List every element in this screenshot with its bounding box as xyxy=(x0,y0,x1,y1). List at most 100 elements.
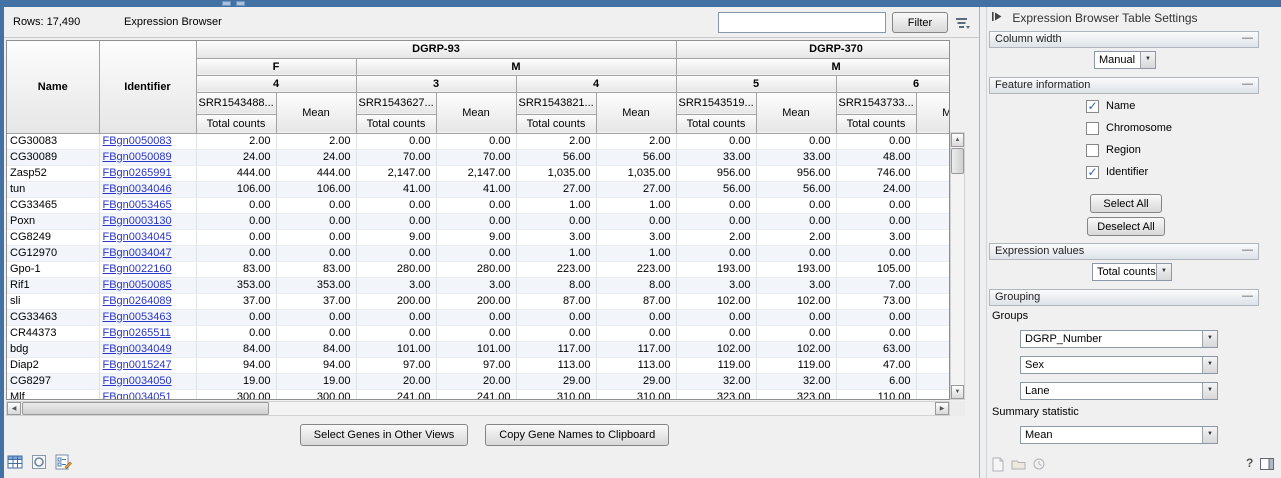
scroll-right-button[interactable]: ▶ xyxy=(935,402,949,415)
total-counts-header[interactable]: Total counts xyxy=(196,114,276,133)
checkbox-row-chromosome[interactable]: Chromosome xyxy=(1086,121,1246,137)
section-minimize-icon[interactable]: — xyxy=(1242,77,1253,92)
checkbox-region[interactable] xyxy=(1086,144,1099,157)
column-header-identifier[interactable]: Identifier xyxy=(99,41,196,133)
identifier-link[interactable]: FBgn0034051 xyxy=(103,391,172,401)
checkbox-row-region[interactable]: Region xyxy=(1086,143,1246,159)
select-all-button[interactable]: Select All xyxy=(1090,194,1162,213)
dropdown-arrow-icon[interactable]: ▼ xyxy=(1202,357,1217,373)
mean-column-header[interactable]: Mean xyxy=(916,92,950,133)
group-header-dgrp-370[interactable]: DGRP-370 xyxy=(676,41,950,58)
lane-header[interactable]: 4 xyxy=(516,75,676,92)
checkbox-identifier[interactable]: ✓ xyxy=(1086,166,1099,179)
sex-header-f[interactable]: F xyxy=(196,58,356,75)
filter-input[interactable] xyxy=(718,12,886,33)
lane-header[interactable]: 4 xyxy=(196,75,356,92)
table-view-icon[interactable] xyxy=(7,454,24,471)
identifier-link[interactable]: FBgn0265991 xyxy=(103,167,172,179)
sample-header[interactable]: SRR1543488... xyxy=(196,92,276,114)
sex-header-m[interactable]: M xyxy=(676,58,950,75)
identifier-link[interactable]: FBgn0265511 xyxy=(103,327,171,339)
table-row[interactable]: MlfFBgn0034051300.00300.00241.00241.0031… xyxy=(7,389,950,400)
identifier-link[interactable]: FBgn0264089 xyxy=(103,295,172,307)
scroll-left-button[interactable]: ◀ xyxy=(7,402,21,415)
horizontal-scroll-thumb[interactable] xyxy=(22,402,269,415)
sample-header[interactable]: SRR1543519... xyxy=(676,92,756,114)
identifier-link[interactable]: FBgn0034047 xyxy=(103,247,172,259)
total-counts-header[interactable]: Total counts xyxy=(516,114,596,133)
section-minimize-icon[interactable]: — xyxy=(1242,243,1253,258)
lane-header[interactable]: 3 xyxy=(356,75,516,92)
dropdown-arrow-icon[interactable]: ▼ xyxy=(1202,383,1217,399)
identifier-link[interactable]: FBgn0034045 xyxy=(103,231,172,243)
table-row[interactable]: CG12970FBgn00340470.000.000.000.001.001.… xyxy=(7,245,950,261)
identifier-link[interactable]: FBgn0022160 xyxy=(103,263,172,275)
identifier-link[interactable]: FBgn0053463 xyxy=(103,311,172,323)
identifier-link[interactable]: FBgn0015247 xyxy=(103,359,172,371)
table-row[interactable]: CG8249FBgn00340450.000.009.009.003.003.0… xyxy=(7,229,950,245)
table-row[interactable]: CG8297FBgn003405019.0019.0020.0020.0029.… xyxy=(7,373,950,389)
lane-header[interactable]: 6 xyxy=(836,75,950,92)
column-header-name[interactable]: Name xyxy=(7,41,99,133)
table-row[interactable]: Gpo-1FBgn002216083.0083.00280.00280.0022… xyxy=(7,261,950,277)
grouping-dropdown-sex[interactable]: Sex ▼ xyxy=(1020,356,1218,374)
scroll-up-button[interactable]: ▲ xyxy=(951,133,964,147)
column-width-dropdown[interactable]: Manual ▼ xyxy=(1094,51,1156,69)
identifier-link[interactable]: FBgn0050083 xyxy=(103,135,172,147)
group-header-dgrp-93[interactable]: DGRP-93 xyxy=(196,41,676,58)
table-row[interactable]: sliFBgn026408937.0037.00200.00200.0087.0… xyxy=(7,293,950,309)
identifier-link[interactable]: FBgn0050085 xyxy=(103,279,172,291)
edit-table-view-icon[interactable] xyxy=(55,454,72,471)
side-panel-splitter[interactable] xyxy=(979,7,986,478)
summary-statistic-dropdown[interactable]: Mean ▼ xyxy=(1020,426,1218,444)
identifier-link[interactable]: FBgn0053465 xyxy=(103,199,172,211)
sample-header[interactable]: SRR1543733... xyxy=(836,92,916,114)
deselect-all-button[interactable]: Deselect All xyxy=(1087,217,1165,236)
copy-gene-names-button[interactable]: Copy Gene Names to Clipboard xyxy=(485,424,669,446)
table-row[interactable]: bdgFBgn003404984.0084.00101.00101.00117.… xyxy=(7,341,950,357)
section-header-grouping[interactable]: Grouping — xyxy=(989,289,1259,306)
table-row[interactable]: CG33465FBgn00534650.000.000.000.001.001.… xyxy=(7,197,950,213)
panel-collapse-icon[interactable] xyxy=(992,11,1003,25)
plot-view-icon[interactable] xyxy=(31,454,48,471)
identifier-link[interactable]: FBgn0034050 xyxy=(103,375,172,387)
filter-options-icon[interactable] xyxy=(954,15,971,32)
filter-button[interactable]: Filter xyxy=(892,12,948,33)
mean-column-header[interactable]: Mean xyxy=(276,92,356,133)
mean-column-header[interactable]: Mean xyxy=(436,92,516,133)
mean-column-header[interactable]: Mean xyxy=(596,92,676,133)
table-row[interactable]: CG33463FBgn00534630.000.000.000.000.000.… xyxy=(7,309,950,325)
table-row[interactable]: tunFBgn0034046106.00106.0041.0041.0027.0… xyxy=(7,181,950,197)
checkbox-row-name[interactable]: ✓Name xyxy=(1086,99,1246,115)
section-minimize-icon[interactable]: — xyxy=(1242,289,1253,304)
mean-column-header[interactable]: Mean xyxy=(756,92,836,133)
panel-toggle-icon[interactable] xyxy=(1260,458,1274,473)
section-minimize-icon[interactable]: — xyxy=(1242,31,1253,46)
expression-values-dropdown[interactable]: Total counts ▼ xyxy=(1092,263,1172,281)
table-row[interactable]: Rif1FBgn0050085353.00353.003.003.008.008… xyxy=(7,277,950,293)
sample-header[interactable]: SRR1543627... xyxy=(356,92,436,114)
vertical-scrollbar[interactable]: ▲ ▼ xyxy=(950,132,965,400)
checkbox-row-identifier[interactable]: ✓Identifier xyxy=(1086,165,1246,181)
section-header-expression-values[interactable]: Expression values — xyxy=(989,243,1259,260)
sample-header[interactable]: SRR1543821... xyxy=(516,92,596,114)
identifier-link[interactable]: FBgn0050089 xyxy=(103,151,172,163)
grouping-dropdown-lane[interactable]: Lane ▼ xyxy=(1020,382,1218,400)
table-row[interactable]: Zasp52FBgn0265991444.00444.002,147.002,1… xyxy=(7,165,950,181)
dropdown-arrow-icon[interactable]: ▼ xyxy=(1202,331,1217,347)
vertical-scroll-thumb[interactable] xyxy=(951,148,964,174)
table-row[interactable]: CR44373FBgn02655110.000.000.000.000.000.… xyxy=(7,325,950,341)
lane-header[interactable]: 5 xyxy=(676,75,836,92)
table-row[interactable]: CG30083FBgn00500832.002.000.000.002.002.… xyxy=(7,133,950,149)
table-row[interactable]: Diap2FBgn001524794.0094.0097.0097.00113.… xyxy=(7,357,950,373)
horizontal-scrollbar[interactable]: ◀ ▶ xyxy=(6,401,950,416)
section-header-column-width[interactable]: Column width — xyxy=(989,31,1259,48)
checkbox-chromosome[interactable] xyxy=(1086,122,1099,135)
identifier-link[interactable]: FBgn0034046 xyxy=(103,183,172,195)
checkbox-name[interactable]: ✓ xyxy=(1086,100,1099,113)
dropdown-arrow-icon[interactable]: ▼ xyxy=(1202,427,1217,443)
section-header-feature-information[interactable]: Feature information — xyxy=(989,77,1259,94)
scroll-down-button[interactable]: ▼ xyxy=(951,385,964,399)
total-counts-header[interactable]: Total counts xyxy=(676,114,756,133)
sex-header-m[interactable]: M xyxy=(356,58,676,75)
